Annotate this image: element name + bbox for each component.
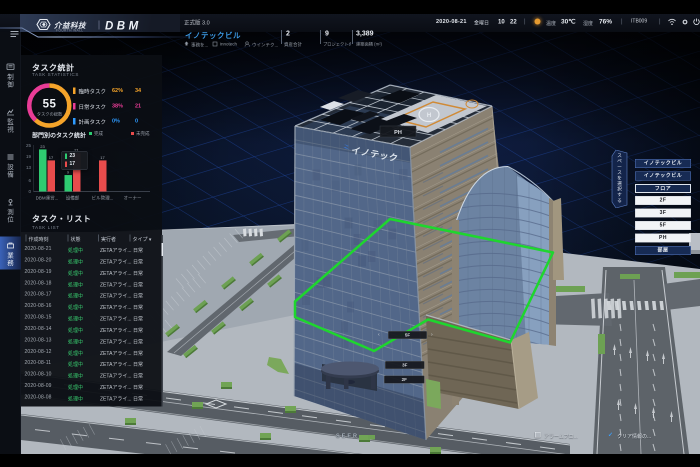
svg-text:ペ: ペ [617, 159, 622, 165]
svg-text:る: る [617, 198, 622, 204]
svg-text:H: H [427, 113, 431, 119]
svg-text:ー: ー [617, 165, 622, 170]
svg-text:25: 25 [26, 143, 32, 148]
svg-text:ビル管理...: ビル管理... [92, 195, 114, 202]
svg-text:9: 9 [67, 170, 70, 175]
svg-text:17: 17 [49, 155, 54, 160]
svg-text:選: 選 [617, 180, 622, 187]
svg-text:ス: ス [617, 170, 622, 176]
svg-text:ス: ス [617, 153, 622, 159]
svg-text:DBM運営...: DBM運営... [36, 195, 59, 202]
svg-text:PH: PH [394, 130, 402, 136]
svg-text:オーナー: オーナー [124, 196, 142, 202]
svg-text:設備部: 設備部 [66, 195, 80, 202]
svg-text:を: を [617, 175, 622, 182]
svg-text:13: 13 [26, 165, 32, 170]
svg-text:6: 6 [28, 178, 31, 183]
svg-text:23: 23 [40, 144, 45, 149]
svg-text:19: 19 [26, 154, 32, 159]
svg-text:17: 17 [100, 155, 105, 160]
svg-text:択: 択 [617, 186, 622, 193]
svg-text:0: 0 [28, 189, 31, 194]
svg-text:す: す [617, 191, 622, 198]
